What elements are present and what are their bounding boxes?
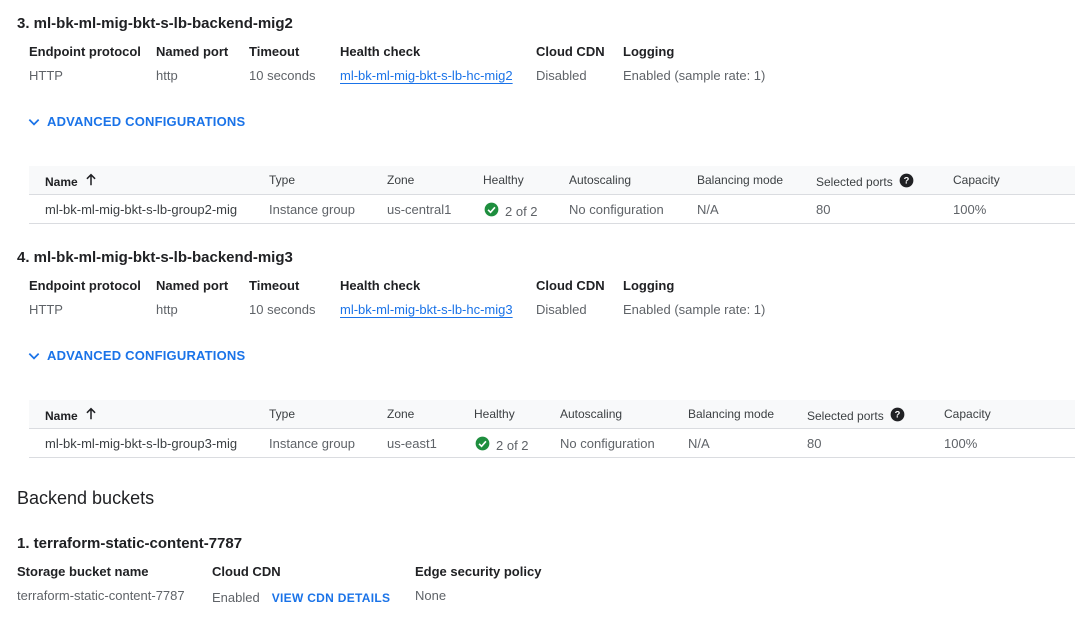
advanced-configurations-toggle[interactable]: ADVANCED CONFIGURATIONS bbox=[27, 114, 245, 129]
cell-healthy: 2 of 2 bbox=[484, 202, 538, 220]
column-header-autoscaling: Autoscaling bbox=[569, 173, 632, 187]
named-port-value: http bbox=[156, 302, 178, 317]
cell-zone: us-central1 bbox=[387, 202, 452, 217]
column-header-zone: Zone bbox=[387, 407, 415, 421]
help-circle-icon[interactable]: ? bbox=[899, 173, 914, 191]
cloud-cdn-value: Disabled bbox=[536, 302, 587, 317]
backends-table-header: Name Type Zone Healthy Autoscaling Balan… bbox=[29, 166, 1075, 195]
arrow-up-icon bbox=[84, 407, 98, 424]
endpoint-protocol-label: Endpoint protocol bbox=[29, 278, 141, 293]
check-circle-icon bbox=[475, 436, 490, 454]
column-header-name[interactable]: Name bbox=[45, 173, 98, 190]
svg-text:?: ? bbox=[903, 176, 909, 186]
table-row: ml-bk-ml-mig-bkt-s-lb-group2-mig Instanc… bbox=[29, 195, 1075, 224]
arrow-up-icon bbox=[84, 173, 98, 190]
health-check-label: Health check bbox=[340, 44, 421, 59]
backends-table-header: Name Type Zone Healthy Autoscaling Balan… bbox=[29, 400, 1075, 429]
cloud-cdn-value: Disabled bbox=[536, 68, 587, 83]
view-cdn-details-button[interactable]: VIEW CDN DETAILS bbox=[272, 591, 391, 605]
logging-label: Logging bbox=[623, 278, 675, 293]
timeout-value: 10 seconds bbox=[249, 68, 316, 83]
storage-bucket-name-value: terraform-static-content-7787 bbox=[17, 588, 185, 603]
storage-bucket-name-label: Storage bucket name bbox=[17, 564, 149, 579]
timeout-label: Timeout bbox=[249, 278, 300, 293]
named-port-label: Named port bbox=[156, 278, 229, 293]
column-header-healthy: Healthy bbox=[474, 407, 515, 421]
cell-healthy: 2 of 2 bbox=[475, 436, 529, 454]
column-header-type: Type bbox=[269, 407, 296, 421]
cell-selected-ports: 80 bbox=[816, 202, 831, 217]
cloud-cdn-label: Cloud CDN bbox=[536, 44, 605, 59]
advanced-configurations-label: ADVANCED CONFIGURATIONS bbox=[47, 348, 246, 363]
column-header-selected-ports: Selected ports ? bbox=[807, 407, 905, 425]
health-check-link[interactable]: ml-bk-ml-mig-bkt-s-lb-hc-mig3 bbox=[340, 302, 513, 317]
column-header-balancing-mode: Balancing mode bbox=[688, 407, 775, 421]
backend-service-title: 3. ml-bk-ml-mig-bkt-s-lb-backend-mig2 bbox=[17, 15, 293, 32]
cell-name: ml-bk-ml-mig-bkt-s-lb-group2-mig bbox=[45, 202, 238, 217]
timeout-label: Timeout bbox=[249, 44, 300, 59]
edge-security-policy-label: Edge security policy bbox=[415, 564, 542, 579]
advanced-configurations-toggle[interactable]: ADVANCED CONFIGURATIONS bbox=[27, 348, 245, 363]
edge-security-policy-value: None bbox=[415, 588, 447, 603]
cloud-cdn-label: Cloud CDN bbox=[212, 564, 281, 579]
cell-capacity: 100% bbox=[944, 436, 978, 451]
backend-bucket-title: 1. terraform-static-content-7787 bbox=[17, 535, 243, 552]
advanced-configurations-label: ADVANCED CONFIGURATIONS bbox=[47, 114, 246, 129]
check-circle-icon bbox=[484, 202, 499, 220]
column-header-type: Type bbox=[269, 173, 296, 187]
column-header-zone: Zone bbox=[387, 173, 415, 187]
endpoint-protocol-label: Endpoint protocol bbox=[29, 44, 141, 59]
column-header-selected-ports: Selected ports ? bbox=[816, 173, 914, 191]
column-header-balancing-mode: Balancing mode bbox=[697, 173, 784, 187]
cell-balancing-mode: N/A bbox=[688, 436, 710, 451]
backend-service-title: 4. ml-bk-ml-mig-bkt-s-lb-backend-mig3 bbox=[17, 249, 293, 266]
cell-balancing-mode: N/A bbox=[697, 202, 719, 217]
help-circle-icon[interactable]: ? bbox=[890, 407, 905, 425]
cell-type: Instance group bbox=[269, 202, 356, 217]
named-port-value: http bbox=[156, 68, 178, 83]
column-header-name[interactable]: Name bbox=[45, 407, 98, 424]
cell-autoscaling: No configuration bbox=[569, 202, 664, 217]
named-port-label: Named port bbox=[156, 44, 229, 59]
column-header-healthy: Healthy bbox=[483, 173, 524, 187]
chevron-down-icon bbox=[27, 349, 41, 363]
cloud-cdn-value: Enabled VIEW CDN DETAILS bbox=[212, 590, 391, 605]
cloud-cdn-label: Cloud CDN bbox=[536, 278, 605, 293]
table-row: ml-bk-ml-mig-bkt-s-lb-group3-mig Instanc… bbox=[29, 429, 1075, 458]
cell-name: ml-bk-ml-mig-bkt-s-lb-group3-mig bbox=[45, 436, 238, 451]
cell-zone: us-east1 bbox=[387, 436, 437, 451]
column-header-autoscaling: Autoscaling bbox=[560, 407, 623, 421]
health-check-label: Health check bbox=[340, 278, 421, 293]
cell-autoscaling: No configuration bbox=[560, 436, 655, 451]
cell-type: Instance group bbox=[269, 436, 356, 451]
logging-value: Enabled (sample rate: 1) bbox=[623, 68, 766, 83]
cell-selected-ports: 80 bbox=[807, 436, 822, 451]
endpoint-protocol-value: HTTP bbox=[29, 68, 63, 83]
cell-capacity: 100% bbox=[953, 202, 987, 217]
endpoint-protocol-value: HTTP bbox=[29, 302, 63, 317]
logging-label: Logging bbox=[623, 44, 675, 59]
logging-value: Enabled (sample rate: 1) bbox=[623, 302, 766, 317]
column-header-capacity: Capacity bbox=[944, 407, 991, 421]
column-header-capacity: Capacity bbox=[953, 173, 1000, 187]
timeout-value: 10 seconds bbox=[249, 302, 316, 317]
health-check-link[interactable]: ml-bk-ml-mig-bkt-s-lb-hc-mig2 bbox=[340, 68, 513, 83]
svg-text:?: ? bbox=[894, 410, 900, 420]
backend-buckets-heading: Backend buckets bbox=[17, 488, 155, 508]
chevron-down-icon bbox=[27, 115, 41, 129]
